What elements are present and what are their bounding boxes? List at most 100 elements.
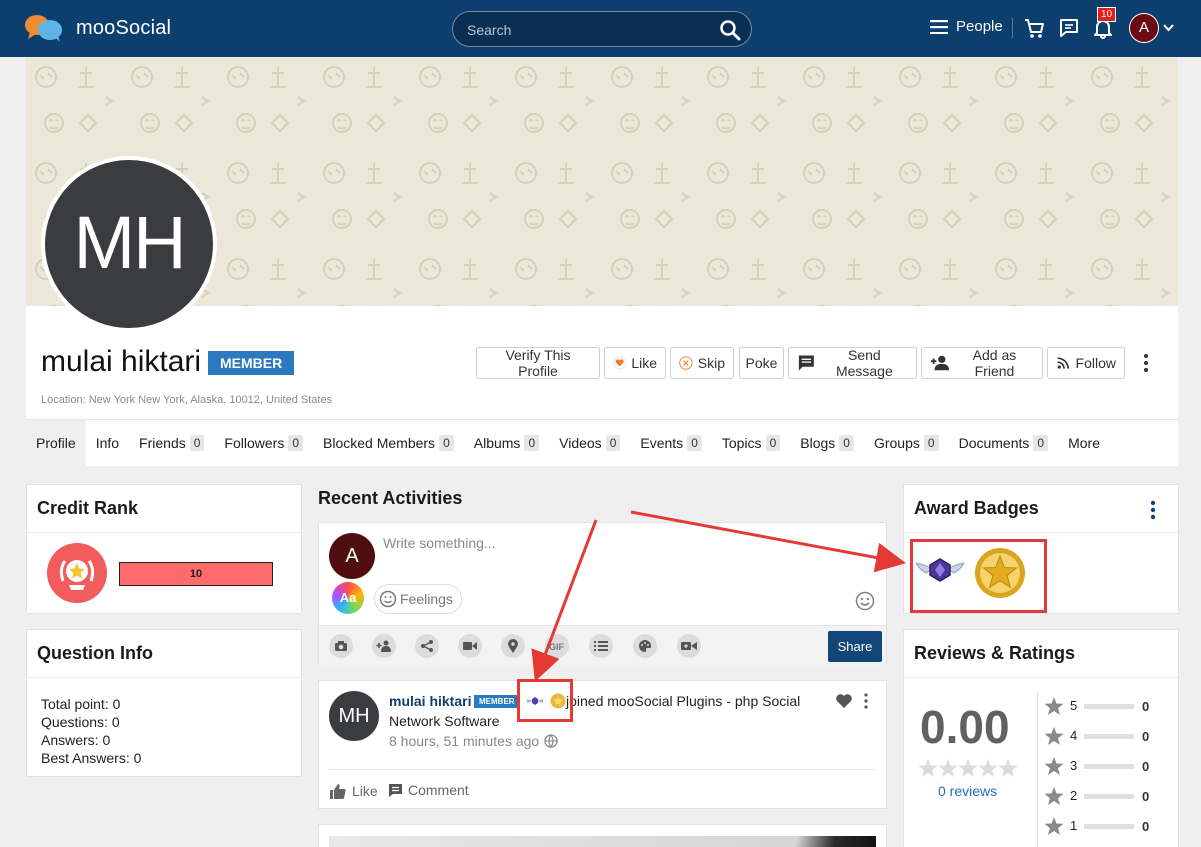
video-icon[interactable]	[458, 634, 482, 658]
close-icon	[679, 356, 693, 370]
live-video-icon[interactable]	[677, 634, 701, 658]
share-icon[interactable]	[415, 634, 439, 658]
emoji-icon[interactable]	[855, 591, 875, 611]
rating-divider	[1037, 692, 1038, 847]
tab-profile[interactable]: Profile	[26, 420, 86, 466]
search-input[interactable]	[467, 20, 707, 40]
profile-avatar[interactable]: MH	[41, 156, 217, 332]
tab-count: 0	[687, 435, 702, 451]
rating-star-value: 3	[1070, 758, 1078, 773]
widget-options-icon[interactable]	[1149, 500, 1157, 520]
heart-icon[interactable]	[835, 693, 853, 709]
annotation-highlight-box	[517, 679, 573, 722]
cart-icon[interactable]	[1023, 17, 1045, 39]
activity-post: MH mulai hiktari MEMBER joined mooSocial…	[318, 680, 887, 809]
widget-title: Reviews & Ratings	[914, 643, 1076, 663]
post-timestamp: 8 hours, 51 minutes ago	[389, 733, 558, 749]
reviews-ratings-widget: Reviews & Ratings 0.00 0 reviews 5 0 4 0…	[903, 629, 1179, 847]
tag-friend-icon[interactable]	[372, 634, 396, 658]
composer-avatar[interactable]: A	[329, 533, 375, 579]
tab-events[interactable]: Events 0	[630, 420, 712, 466]
tab-label: Albums	[473, 435, 521, 451]
skip-label: Skip	[697, 355, 725, 371]
tab-label: Blogs	[800, 435, 836, 451]
skip-profile-button[interactable]: Skip	[670, 347, 734, 379]
composer-toolbar: GIF Share	[319, 625, 886, 665]
winged-gem-badge-icon[interactable]	[916, 555, 964, 585]
post-options-icon[interactable]	[863, 693, 869, 709]
post-like-label: Like	[352, 783, 378, 799]
post-author-name[interactable]: mulai hiktari	[389, 693, 471, 709]
rating-count: 0	[1142, 789, 1150, 804]
post-author-avatar[interactable]: MH	[329, 691, 379, 741]
like-profile-button[interactable]: Like	[604, 347, 666, 379]
profile-tabs: Profile Info Friends 0 Followers 0 Blocked…	[26, 419, 1178, 466]
widget-divider	[27, 532, 301, 533]
tab-blocked-members[interactable]: Blocked Members 0	[313, 420, 464, 466]
post-divider	[329, 769, 876, 770]
text-style-button[interactable]: Aa	[332, 582, 364, 614]
gold-star-badge-icon[interactable]	[974, 547, 1026, 599]
more-options-icon[interactable]	[1142, 353, 1150, 373]
camera-icon[interactable]	[329, 634, 353, 658]
rating-count: 0	[1142, 759, 1150, 774]
list-icon[interactable]	[589, 634, 613, 658]
moosocial-logo-icon[interactable]	[24, 13, 64, 43]
tab-more[interactable]: More	[1058, 420, 1110, 466]
rating-row-2[interactable]: 2 0	[1044, 786, 1164, 806]
tab-videos[interactable]: Videos 0	[549, 420, 630, 466]
post-comment-button[interactable]: Comment	[388, 782, 469, 798]
rating-row-5[interactable]: 5 0	[1044, 696, 1164, 716]
add-friend-button[interactable]: Add as Friend	[921, 347, 1043, 379]
search-icon[interactable]	[719, 19, 741, 41]
verify-profile-button[interactable]: Verify This Profile	[476, 347, 600, 379]
post-like-button[interactable]: Like	[329, 782, 378, 800]
composer-input[interactable]: Write something...	[383, 535, 496, 551]
tab-info[interactable]: Info	[86, 420, 129, 466]
user-avatar[interactable]: A	[1129, 13, 1159, 43]
status-composer: A Write something... Aa Feelings GIF Sha…	[318, 522, 887, 665]
tab-albums[interactable]: Albums 0	[464, 420, 549, 466]
feelings-button[interactable]: Feelings	[374, 584, 462, 614]
verify-label: Verify This Profile	[505, 347, 571, 379]
tab-groups[interactable]: Groups 0	[864, 420, 949, 466]
send-message-label: Send Message	[835, 347, 893, 379]
poke-button[interactable]: Poke	[739, 347, 784, 379]
palette-icon[interactable]	[633, 634, 657, 658]
location-icon[interactable]	[501, 634, 525, 658]
people-menu[interactable]: People	[930, 18, 1003, 35]
globe-icon[interactable]	[544, 734, 558, 748]
brand-name[interactable]: mooSocial	[76, 17, 171, 40]
tab-followers[interactable]: Followers 0	[214, 420, 313, 466]
chevron-down-icon[interactable]	[1163, 24, 1174, 32]
share-post-button[interactable]: Share	[828, 631, 882, 662]
gif-icon[interactable]: GIF	[545, 634, 569, 658]
tab-blogs[interactable]: Blogs 0	[790, 420, 864, 466]
follow-button[interactable]: Follow	[1047, 347, 1125, 379]
tab-topics[interactable]: Topics 0	[712, 420, 790, 466]
star-icon	[1044, 757, 1064, 775]
rating-row-1[interactable]: 1 0	[1044, 816, 1164, 836]
post-image[interactable]	[329, 836, 876, 847]
hamburger-icon	[930, 19, 948, 34]
tab-documents[interactable]: Documents 0	[949, 420, 1059, 466]
messages-icon[interactable]	[1058, 17, 1080, 39]
tab-label: Events	[640, 435, 684, 451]
post-text-line-2[interactable]: Network Software	[389, 713, 499, 729]
feed-title: Recent Activities	[318, 488, 463, 508]
tab-friends[interactable]: Friends 0	[129, 420, 214, 466]
poke-label: Poke	[745, 355, 778, 371]
rating-bar	[1084, 794, 1134, 799]
rating-row-3[interactable]: 3 0	[1044, 756, 1164, 776]
total-points: Total point: 0	[41, 696, 121, 712]
tab-label: Topics	[721, 435, 762, 451]
people-label: People	[956, 18, 1003, 35]
feelings-label: Feelings	[400, 591, 453, 607]
svg-text:GIF: GIF	[549, 642, 565, 651]
widget-divider	[904, 677, 1178, 678]
send-message-button[interactable]: Send Message	[788, 347, 917, 379]
rating-row-4[interactable]: 4 0	[1044, 726, 1164, 746]
reviews-count-link[interactable]: 0 reviews	[938, 783, 997, 799]
rating-bar	[1084, 764, 1134, 769]
post-member-badge: MEMBER	[474, 695, 520, 708]
